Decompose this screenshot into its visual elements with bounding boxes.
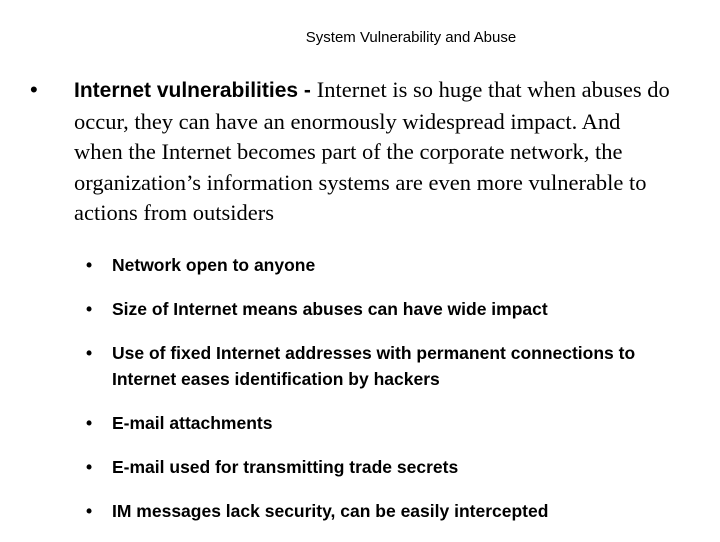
sub-bullet-item: • Use of fixed Internet addresses with p… — [86, 340, 686, 392]
sub-bullet-item: • E-mail used for transmitting trade sec… — [86, 454, 686, 480]
bullet-icon: • — [30, 77, 38, 102]
bullet-icon: • — [86, 299, 93, 319]
sub-bullet-item: • Size of Internet means abuses can have… — [86, 296, 686, 322]
slide-title: System Vulnerability and Abuse — [305, 29, 517, 46]
sub-bullet-text: Size of Internet means abuses can have w… — [112, 299, 548, 319]
bullet-icon: • — [86, 501, 93, 521]
bullet-icon: • — [86, 413, 93, 433]
bullet-icon: • — [86, 255, 93, 275]
sub-bullet-item: • Network open to anyone — [86, 252, 686, 278]
sub-bullet-text: E-mail attachments — [112, 413, 273, 433]
bullet-icon: • — [86, 343, 93, 363]
sub-bullet-text: Network open to anyone — [112, 255, 316, 275]
sub-bullet-text: IM messages lack security, can be easily… — [112, 501, 549, 521]
main-bullet-lead: Internet vulnerabilities - — [74, 79, 317, 102]
sub-bullet-text: Use of fixed Internet addresses with per… — [112, 343, 636, 389]
sub-bullet-item: • IM messages lack security, can be easi… — [86, 498, 686, 524]
sub-bullet-item: • E-mail attachments — [86, 410, 686, 436]
main-bullet: • Internet vulnerabilities - Internet is… — [30, 75, 670, 229]
bullet-icon: • — [86, 457, 93, 477]
sub-bullet-text: E-mail used for transmitting trade secre… — [112, 457, 459, 477]
sub-bullet-list: • Network open to anyone • Size of Inter… — [86, 252, 686, 542]
main-bullet-text: Internet vulnerabilities - Internet is s… — [74, 75, 670, 229]
